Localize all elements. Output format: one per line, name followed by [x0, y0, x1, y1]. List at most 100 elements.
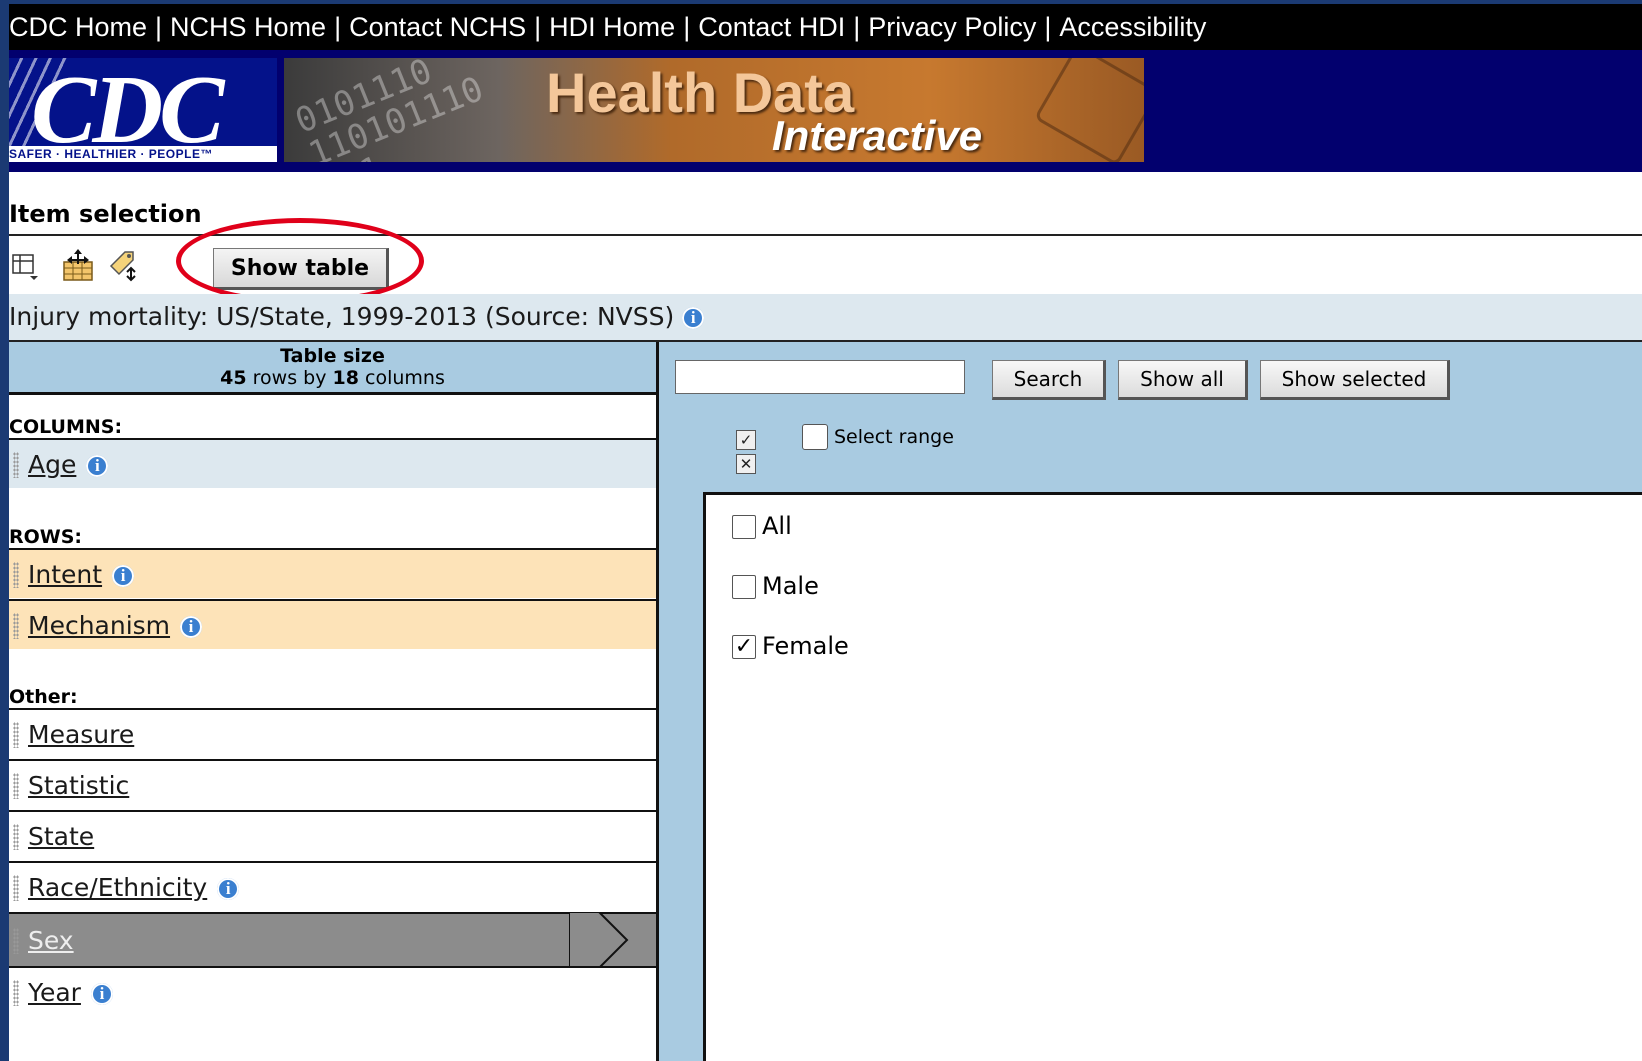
nav-separator: |	[155, 12, 163, 42]
swap-labels-icon[interactable]	[107, 248, 141, 282]
table-size-title: Table size	[280, 345, 385, 367]
drag-handle-icon[interactable]	[13, 722, 19, 748]
dimension-item-age[interactable]: Age i	[9, 438, 656, 488]
show-table-button[interactable]: Show table	[213, 248, 389, 290]
dimension-item-year[interactable]: Year i	[9, 966, 656, 1016]
dimension-label-text[interactable]: Race/Ethnicity	[28, 873, 207, 902]
site-banner: CDC SAFER · HEALTHIER · PEOPLE™ 0101110 …	[9, 50, 1642, 172]
show-all-button[interactable]: Show all	[1118, 360, 1248, 400]
dimension-label-text[interactable]: Age	[28, 450, 76, 479]
value-selector-panel: Search Show all Show selected ✓ ✕ Select…	[659, 342, 1642, 1061]
nav-link-hdi-home[interactable]: HDI Home	[549, 12, 675, 42]
dimension-label[interactable]: Intent i	[28, 550, 135, 600]
dimension-label-text[interactable]: Year	[28, 978, 81, 1007]
table-size-header: Table size 45 rows by 18 columns	[9, 342, 656, 395]
nav-separator: |	[534, 12, 542, 42]
checkbox[interactable]	[732, 575, 756, 599]
dimension-item-state[interactable]: State	[9, 810, 656, 860]
value-label: Female	[762, 632, 849, 660]
nav-link-contact-nchs[interactable]: Contact NCHS	[349, 12, 526, 42]
page-frame: CDC Home | NCHS Home | Contact NCHS | HDI Home…	[9, 4, 1642, 1061]
dimension-item-statistic[interactable]: Statistic	[9, 759, 656, 809]
drag-handle-icon[interactable]	[13, 875, 19, 901]
enter-key-decoration	[1033, 58, 1144, 162]
nav-separator: |	[853, 12, 861, 42]
search-input[interactable]	[675, 360, 965, 394]
drag-handle-icon[interactable]	[13, 452, 19, 478]
info-icon[interactable]: i	[86, 455, 109, 477]
drag-handle-icon[interactable]	[13, 928, 19, 954]
cdc-logo[interactable]: CDC SAFER · HEALTHIER · PEOPLE™	[9, 58, 277, 162]
select-range-label: Select range	[834, 426, 954, 448]
divider	[9, 234, 1642, 236]
dimension-label[interactable]: Race/Ethnicity i	[28, 863, 240, 913]
info-icon[interactable]: i	[682, 307, 705, 329]
nav-separator: |	[683, 12, 691, 42]
drag-handle-icon[interactable]	[13, 824, 19, 850]
value-label: All	[762, 512, 792, 540]
value-option-female[interactable]: ✓ Female	[732, 631, 849, 661]
table-column-count: 18	[332, 367, 359, 389]
value-list: All Male ✓ Female	[703, 492, 1642, 1061]
nav-link-privacy-policy[interactable]: Privacy Policy	[868, 12, 1036, 42]
info-icon[interactable]: i	[112, 565, 135, 587]
table-size-description: 45 rows by 18 columns	[9, 368, 656, 388]
banner-subtitle: Interactive	[772, 112, 983, 159]
dataset-title-bar: Injury mortality: US/State, 1999-2013 (S…	[9, 294, 1642, 340]
toolbar: Show table	[9, 244, 1642, 290]
info-icon[interactable]: i	[217, 878, 240, 900]
top-navigation: CDC Home | NCHS Home | Contact NCHS | HDI Home…	[9, 4, 1642, 50]
dimension-item-intent[interactable]: Intent i	[9, 548, 656, 598]
table-size-cols-word: columns	[365, 367, 445, 389]
nav-separator: |	[1044, 12, 1052, 42]
dimension-item-measure[interactable]: Measure	[9, 708, 656, 758]
select-all-icon[interactable]: ✓	[736, 430, 756, 450]
drag-handle-icon[interactable]	[13, 980, 19, 1006]
selected-arrow-icon	[569, 912, 629, 968]
dimension-label[interactable]: Measure	[28, 710, 134, 760]
dimension-label[interactable]: Statistic	[28, 761, 129, 811]
select-range-checkbox[interactable]	[802, 424, 828, 450]
cdc-logo-tagline: SAFER · HEALTHIER · PEOPLE™	[9, 146, 277, 162]
nav-separator: |	[334, 12, 342, 42]
nav-link-nchs-home[interactable]: NCHS Home	[170, 12, 326, 42]
search-button[interactable]: Search	[992, 360, 1106, 400]
info-icon[interactable]: i	[90, 983, 113, 1005]
dimension-label[interactable]: Year i	[28, 968, 113, 1018]
value-option-all[interactable]: All	[732, 511, 792, 541]
drag-handle-icon[interactable]	[13, 773, 19, 799]
move-table-icon[interactable]	[61, 248, 95, 282]
rows-group-label: ROWS:	[9, 526, 83, 548]
show-selected-button[interactable]: Show selected	[1260, 360, 1450, 400]
binary-decoration: 0101110 110101110 11	[289, 58, 490, 162]
dimension-label[interactable]: Mechanism i	[28, 601, 203, 651]
table-row-count: 45	[220, 367, 247, 389]
dimension-label[interactable]: State	[28, 812, 94, 862]
dimension-panel: Table size 45 rows by 18 columns COLUMNS…	[9, 342, 659, 1061]
dimension-item-mechanism[interactable]: Mechanism i	[9, 599, 656, 649]
value-label: Male	[762, 572, 819, 600]
health-data-interactive-banner: 0101110 110101110 11 Health Data Interac…	[284, 58, 1144, 162]
section-title: Item selection	[9, 200, 202, 228]
dimension-label-text[interactable]: Intent	[28, 560, 102, 589]
dimension-label-text[interactable]: Mechanism	[28, 611, 170, 640]
other-group-label: Other:	[9, 686, 78, 708]
dataset-title: Injury mortality: US/State, 1999-2013 (S…	[9, 302, 675, 331]
pivot-layout-icon[interactable]	[9, 248, 43, 282]
nav-link-contact-hdi[interactable]: Contact HDI	[698, 12, 845, 42]
columns-group-label: COLUMNS:	[9, 416, 123, 438]
checkbox[interactable]	[732, 515, 756, 539]
dimension-item-sex[interactable]: Sex	[9, 912, 656, 968]
info-icon[interactable]: i	[180, 616, 203, 638]
value-option-male[interactable]: Male	[732, 571, 819, 601]
table-size-rows-word: rows by	[252, 367, 327, 389]
nav-link-accessibility[interactable]: Accessibility	[1059, 12, 1206, 42]
drag-handle-icon[interactable]	[13, 613, 19, 639]
drag-handle-icon[interactable]	[13, 562, 19, 588]
dimension-label[interactable]: Age i	[28, 440, 109, 490]
dimension-label[interactable]: Sex	[28, 914, 74, 968]
nav-link-cdc-home[interactable]: CDC Home	[9, 12, 147, 42]
dimension-item-race-ethnicity[interactable]: Race/Ethnicity i	[9, 861, 656, 911]
clear-all-icon[interactable]: ✕	[736, 454, 756, 474]
checkbox-checked[interactable]: ✓	[732, 635, 756, 659]
